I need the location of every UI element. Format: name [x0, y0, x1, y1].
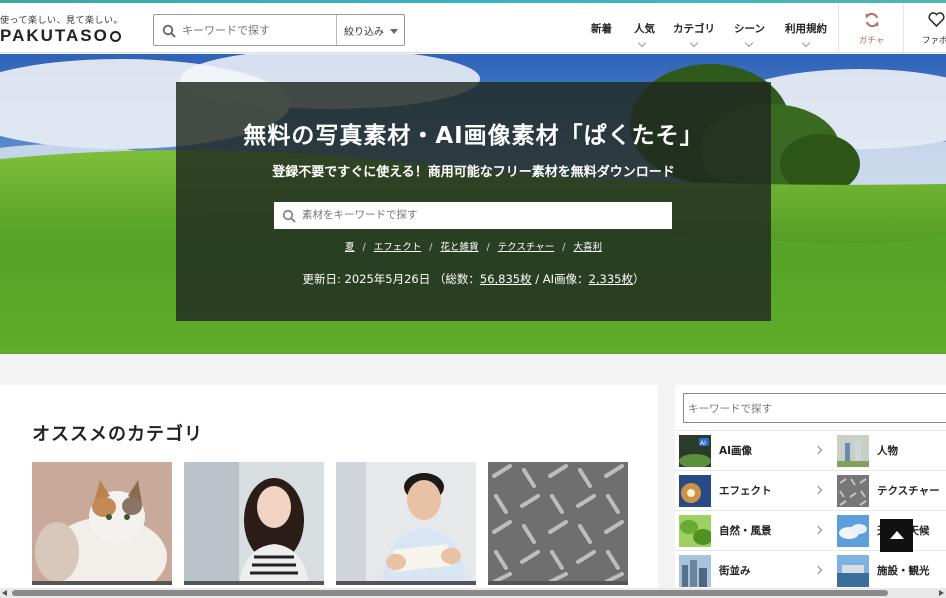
sidebar-item-label: 街並み: [719, 565, 751, 577]
nav-item-scene[interactable]: シーン: [734, 21, 765, 36]
sidebar-item-people[interactable]: 人物: [833, 430, 946, 470]
chevron-down-icon: [689, 38, 699, 48]
header-search-box: 絞り込み: [153, 14, 405, 46]
update-date-text: 更新日: 2025年5月26日 （総数：: [302, 272, 480, 286]
tag-separator: /: [486, 242, 490, 253]
tag-separator: /: [429, 242, 433, 253]
update-info-suffix: ）: [633, 272, 645, 286]
tag-separator: /: [562, 242, 566, 253]
hero-overlay-panel: 無料の写真素材・AI画像素材「ぱくたそ」 登録不要ですぐに使える！商用可能なフリ…: [176, 82, 771, 321]
hero-section: 無料の写真素材・AI画像素材「ぱくたそ」 登録不要ですぐに使える！商用可能なフリ…: [0, 54, 946, 354]
people-thumbnail: [837, 435, 869, 467]
metal-plate-texture-photo: [488, 462, 628, 585]
header-search-input[interactable]: [182, 19, 332, 41]
gacha-refresh-icon: [865, 12, 879, 28]
tag-link-texture[interactable]: テクスチャー: [498, 242, 555, 253]
horizontal-scrollbar[interactable]: [0, 588, 946, 598]
sidebar-item-label: 施設・観光: [877, 565, 930, 577]
card-bottom-bar: [184, 581, 324, 585]
cityscape-thumbnail: [679, 555, 711, 587]
card-bottom-bar: [32, 581, 172, 585]
woman-portrait-photo: [184, 462, 324, 585]
update-info: 更新日: 2025年5月26日 （総数：56,835枚 / AI画像：2,335…: [176, 271, 771, 287]
sidebar-item-label: 人物: [877, 445, 898, 457]
nav-item-popular[interactable]: 人気: [634, 21, 655, 36]
card-bottom-bar: [488, 581, 628, 585]
tag-link-summer[interactable]: 夏: [345, 242, 355, 253]
tag-link-effect[interactable]: エフェクト: [374, 242, 422, 253]
svg-text:AI: AI: [700, 440, 706, 447]
nav-item-terms[interactable]: 利用規約: [785, 21, 827, 36]
back-to-top-icon: [890, 531, 904, 539]
card-bottom-bar: [336, 581, 476, 585]
search-icon: [282, 208, 296, 227]
texture-thumbnail: [837, 475, 869, 507]
tag-link-ogiri[interactable]: 大喜利: [573, 242, 602, 253]
sidebar-item-label: AI画像: [719, 445, 753, 457]
gacha-label: ガチャ: [858, 36, 885, 46]
search-icon: [162, 23, 176, 42]
ai-count-label: / AI画像：: [531, 272, 589, 286]
sidebar-search-box: [683, 393, 946, 423]
chevron-right-icon: [813, 525, 823, 535]
category-card-cat[interactable]: [32, 462, 172, 585]
nav-item-category[interactable]: カテゴリ: [673, 21, 715, 36]
total-count-link[interactable]: 56,835枚: [480, 272, 532, 286]
sidebar-item-nature[interactable]: 自然・風景: [675, 510, 833, 550]
site-logo[interactable]: PAKUTASO: [0, 26, 121, 46]
site-header: 使って楽しい、見て楽しい。 PAKUTASO 絞り込み 新着 人気 カテゴリ シ…: [0, 3, 946, 53]
chevron-down-icon: [637, 38, 647, 48]
sidebar-item-ai-images[interactable]: AI AI画像: [675, 430, 833, 470]
sidebar-item-effect[interactable]: エフェクト: [675, 470, 833, 510]
chevron-down-icon: [744, 38, 754, 48]
hero-subtitle: 登録不要ですぐに使える！商用可能なフリー素材を無料ダウンロード: [272, 165, 675, 180]
category-card-texture[interactable]: [488, 462, 628, 585]
weather-thumbnail: [837, 515, 869, 547]
scroll-left-arrow-icon[interactable]: [2, 590, 7, 596]
category-sidebar: AI AI画像 人物 エフェクト テクスチャー 自然・風景 天気・天候 街並み …: [675, 385, 946, 598]
logo-circle-icon: [109, 31, 121, 42]
caret-down-icon: [390, 29, 398, 34]
category-card-man[interactable]: [336, 462, 476, 585]
nav-item-new[interactable]: 新着: [591, 21, 612, 36]
sidebar-item-texture[interactable]: テクスチャー: [833, 470, 946, 510]
favorites-button[interactable]: ファボ: [903, 3, 946, 53]
chevron-right-icon: [813, 565, 823, 575]
sidebar-item-label: エフェクト: [719, 485, 772, 497]
effect-thumbnail: [679, 475, 711, 507]
popular-tags: 夏 / エフェクト / 花と雑貨 / テクスチャー / 大喜利: [176, 239, 771, 253]
nature-thumbnail: [679, 515, 711, 547]
scroll-right-arrow-icon[interactable]: [939, 590, 944, 596]
heart-icon: [928, 12, 945, 27]
filter-label: 絞り込み: [344, 27, 384, 38]
hero-title: 無料の写真素材・AI画像素材「ぱくたそ」: [243, 123, 704, 149]
tag-separator: /: [362, 242, 366, 253]
chevron-down-icon: [801, 38, 811, 48]
gacha-button[interactable]: ガチャ: [838, 3, 903, 53]
ai-images-thumbnail: AI: [679, 435, 711, 467]
man-reading-photo: [336, 462, 476, 585]
back-to-top-button[interactable]: [880, 519, 913, 552]
hero-search-box: [274, 202, 672, 229]
scrollbar-thumb[interactable]: [12, 590, 888, 596]
sidebar-item-label: テクスチャー: [877, 485, 940, 497]
section-heading: オススメのカテゴリ: [32, 424, 203, 445]
sidebar-item-cityscape[interactable]: 街並み: [675, 550, 833, 590]
chevron-right-icon: [813, 485, 823, 495]
sidebar-item-facilities[interactable]: 施設・観光: [833, 550, 946, 590]
tag-link-flowers-goods[interactable]: 花と雑貨: [440, 242, 478, 253]
cat-photo: [32, 462, 172, 585]
sidebar-search-input[interactable]: [688, 400, 928, 418]
sidebar-item-label: 自然・風景: [719, 525, 772, 537]
logo-text: PAKUTASO: [0, 26, 109, 45]
filter-dropdown[interactable]: 絞り込み: [336, 15, 404, 45]
facilities-thumbnail: [837, 555, 869, 587]
category-card-woman[interactable]: [184, 462, 324, 585]
ai-count-link[interactable]: 2,335枚: [589, 272, 633, 286]
recommended-categories-section: オススメのカテゴリ: [0, 385, 658, 598]
favorites-label: ファボ: [922, 36, 946, 46]
chevron-right-icon: [813, 445, 823, 455]
hero-search-input[interactable]: [302, 205, 642, 225]
logo-tagline: 使って楽しい、見て楽しい。: [0, 16, 124, 26]
